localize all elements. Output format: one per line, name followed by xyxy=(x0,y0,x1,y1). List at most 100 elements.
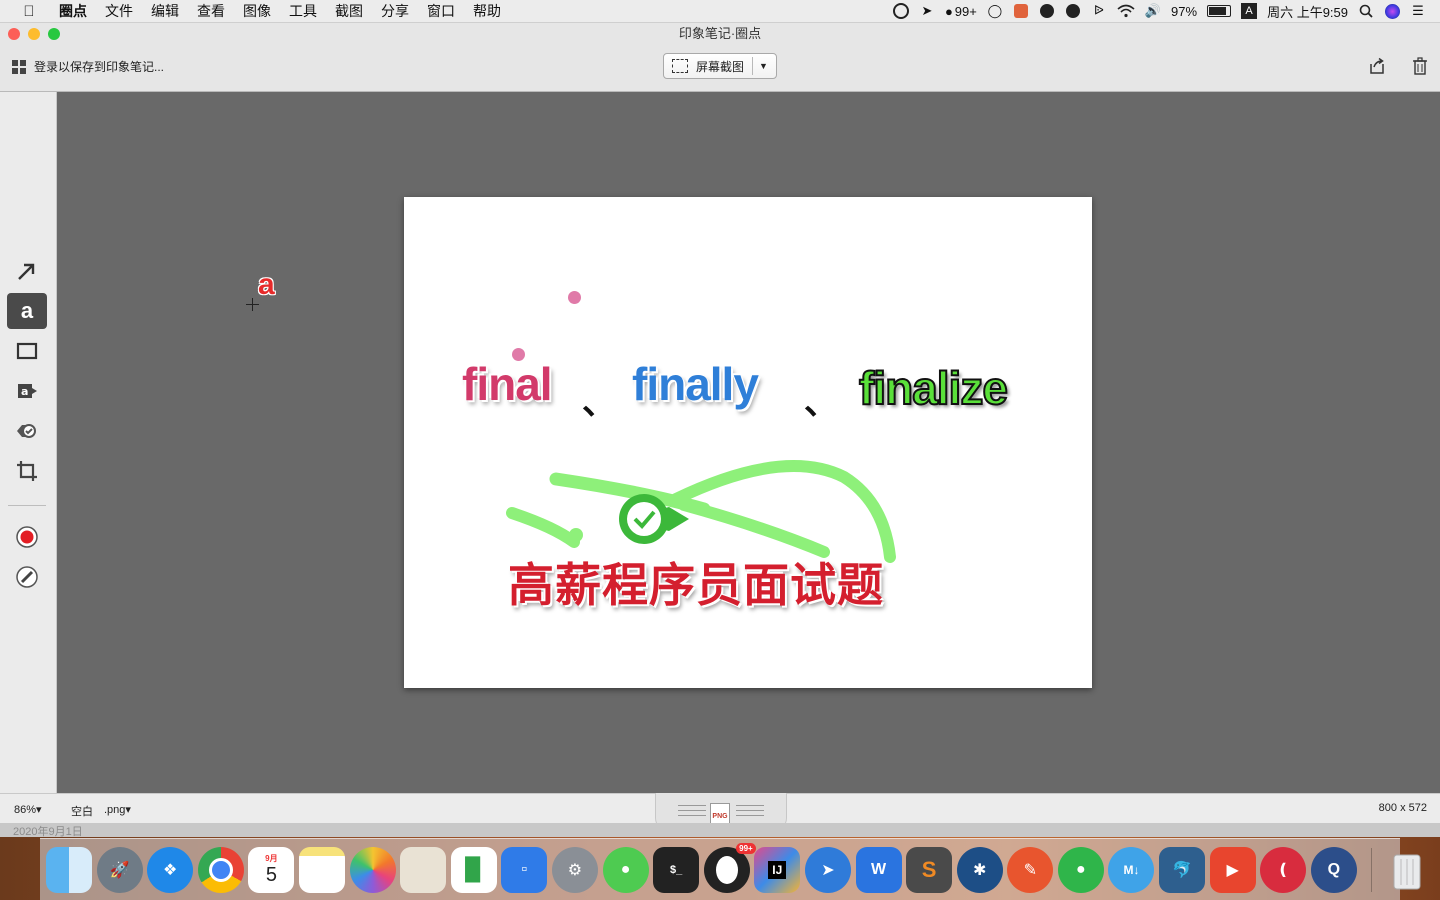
wps-icon[interactable]: W xyxy=(855,846,902,893)
share-icon[interactable] xyxy=(1368,57,1386,75)
png-file-icon[interactable]: PNG xyxy=(710,803,730,825)
highlight-tool[interactable] xyxy=(7,413,47,449)
sublime-icon[interactable]: S xyxy=(906,846,953,893)
quicktime-icon[interactable]: Q xyxy=(1310,846,1357,893)
mysql-workbench-icon[interactable]: 🐬 xyxy=(1159,846,1206,893)
grid-icon xyxy=(12,59,26,74)
headline-text: 高薪程序员面试题 xyxy=(508,559,884,611)
qq-status-icon[interactable]: ● 99+ xyxy=(945,3,977,19)
stamp-tool[interactable]: a xyxy=(7,373,47,409)
notes-icon[interactable] xyxy=(298,846,345,893)
menu-screenshot[interactable]: 截图 xyxy=(326,1,372,21)
separator: 、 xyxy=(804,384,838,422)
crop-tool[interactable] xyxy=(7,453,47,489)
intellij-icon[interactable]: IJ xyxy=(754,846,801,893)
separator: 、 xyxy=(582,384,616,422)
color-swatch-icon xyxy=(16,526,38,548)
siri-icon[interactable] xyxy=(1384,3,1400,19)
status-area: ➤ ● 99+ ◯ ᐉ 🔊 97% A 周六 上午9:59 ☰ xyxy=(892,0,1426,22)
keynote-icon[interactable]: ▫ xyxy=(501,846,548,893)
pdf-app-icon[interactable]: ❪ xyxy=(1260,846,1307,893)
safari-icon[interactable]: ❖ xyxy=(147,846,194,893)
rectangle-tool[interactable] xyxy=(7,333,47,369)
menu-tools[interactable]: 工具 xyxy=(280,1,326,21)
dock: 🚀 ❖ 9月 5 ▉ ▫ ⚙ ● $_ 99+ IJ ➤ W S ✱ ✎ ● M… xyxy=(40,838,1421,900)
word-finally: finally xyxy=(632,358,759,410)
zoom-select[interactable]: 86%▾ xyxy=(14,803,42,816)
kite-icon[interactable]: ➤ xyxy=(919,3,935,19)
window-title: 印象笔记·圈点 xyxy=(678,26,762,41)
text-tool-icon: a xyxy=(20,298,34,323)
screenshot-button[interactable]: 屏幕截图 ▼ xyxy=(663,53,777,79)
launchpad-icon[interactable]: 🚀 xyxy=(96,846,143,893)
screenshot-button-label: 屏幕截图 xyxy=(696,59,745,74)
text-tool[interactable]: a xyxy=(7,293,47,329)
screen-recorder-icon[interactable]: ▶ xyxy=(1209,846,1256,893)
feishu-icon[interactable]: ➤ xyxy=(804,846,851,893)
tool-palette: a a xyxy=(0,92,57,793)
menu-file[interactable]: 文件 xyxy=(96,1,142,21)
arrow-tool[interactable] xyxy=(7,253,47,289)
menu-share[interactable]: 分享 xyxy=(372,1,418,21)
calendar-icon[interactable]: 9月 5 xyxy=(248,846,295,893)
bluetooth-icon[interactable]: ᐉ xyxy=(1091,3,1107,19)
photos-icon[interactable] xyxy=(349,846,396,893)
menu-help[interactable]: 帮助 xyxy=(464,1,510,21)
trash-can-icon[interactable] xyxy=(1384,847,1430,893)
login-button[interactable]: 登录以保存到印象笔记... xyxy=(12,58,164,75)
minimize-window-button[interactable] xyxy=(28,28,40,40)
menu-bar:  圈点 文件 编辑 查看 图像 工具 截图 分享 窗口 帮助 ➤ ●99+ ◯… xyxy=(0,0,1440,23)
zoom-window-button[interactable] xyxy=(48,28,60,40)
chrome-icon[interactable] xyxy=(197,846,244,893)
text-cursor-preview: a xyxy=(258,268,275,301)
line-width-picker[interactable] xyxy=(7,559,47,595)
qq-icon[interactable]: 99+ xyxy=(703,842,756,893)
menu-image[interactable]: 图像 xyxy=(234,1,280,21)
sourcetree-icon[interactable]: ✱ xyxy=(956,846,1003,893)
evernote-icon[interactable]: ● xyxy=(1057,846,1104,893)
crosshair-cursor-icon xyxy=(246,298,259,311)
apple-menu-icon[interactable]:  xyxy=(20,3,38,20)
terminal-icon[interactable]: $_ xyxy=(653,846,700,893)
menu-window[interactable]: 窗口 xyxy=(418,1,464,21)
wifi-icon[interactable] xyxy=(1117,3,1135,19)
selection-icon xyxy=(672,59,688,73)
image-dimensions: 800 x 572 xyxy=(1378,802,1427,814)
toolbar: 登录以保存到印象笔记... 屏幕截图 ▼ xyxy=(0,45,1440,92)
wechat-status-icon[interactable]: ◯ xyxy=(987,3,1003,19)
rectangle-tool-icon xyxy=(16,342,38,360)
preview-icon[interactable] xyxy=(400,846,447,893)
app-status-icon[interactable] xyxy=(1013,3,1029,19)
pencil-app-icon[interactable]: ✎ xyxy=(1007,846,1054,893)
numbers-icon[interactable]: ▉ xyxy=(450,846,497,893)
window-titlebar: 印象笔记·圈点 xyxy=(0,23,1440,45)
chevron-down-icon[interactable]: ▼ xyxy=(759,61,768,71)
shield-status-icon[interactable] xyxy=(1065,3,1081,19)
volume-icon[interactable]: 🔊 xyxy=(1145,3,1161,19)
finder-icon[interactable] xyxy=(46,846,92,893)
color-picker[interactable] xyxy=(7,519,47,555)
typora-icon[interactable]: M↓ xyxy=(1108,846,1155,893)
menu-view[interactable]: 查看 xyxy=(188,1,234,21)
menu-app[interactable]: 圈点 xyxy=(50,1,96,21)
svg-text:a: a xyxy=(21,385,28,398)
spotlight-search-icon[interactable] xyxy=(1358,3,1374,19)
clock[interactable]: 周六 上午9:59 xyxy=(1267,3,1348,20)
notification-center-icon[interactable]: ☰ xyxy=(1410,3,1426,19)
word-final: final xyxy=(462,358,553,410)
wechat-icon[interactable]: ● xyxy=(602,846,649,893)
battery-percent: 97% xyxy=(1171,3,1198,19)
pink-dot xyxy=(568,291,581,304)
system-preferences-icon[interactable]: ⚙ xyxy=(551,846,598,893)
image-artboard[interactable]: final 、 finally 、 finalize 高薪程序员面试题 xyxy=(404,197,1092,688)
menu-edit[interactable]: 编辑 xyxy=(142,1,188,21)
input-source-icon[interactable]: A xyxy=(1241,3,1258,19)
trash-icon[interactable] xyxy=(1412,57,1428,75)
close-window-button[interactable] xyxy=(8,28,20,40)
evernote-status-icon[interactable] xyxy=(1039,3,1055,19)
battery-icon[interactable] xyxy=(1207,3,1232,19)
record-icon[interactable] xyxy=(892,3,909,19)
background-label[interactable]: 空白 xyxy=(71,803,93,819)
format-select[interactable]: .png▾ xyxy=(104,803,131,816)
palette-divider xyxy=(8,505,46,506)
